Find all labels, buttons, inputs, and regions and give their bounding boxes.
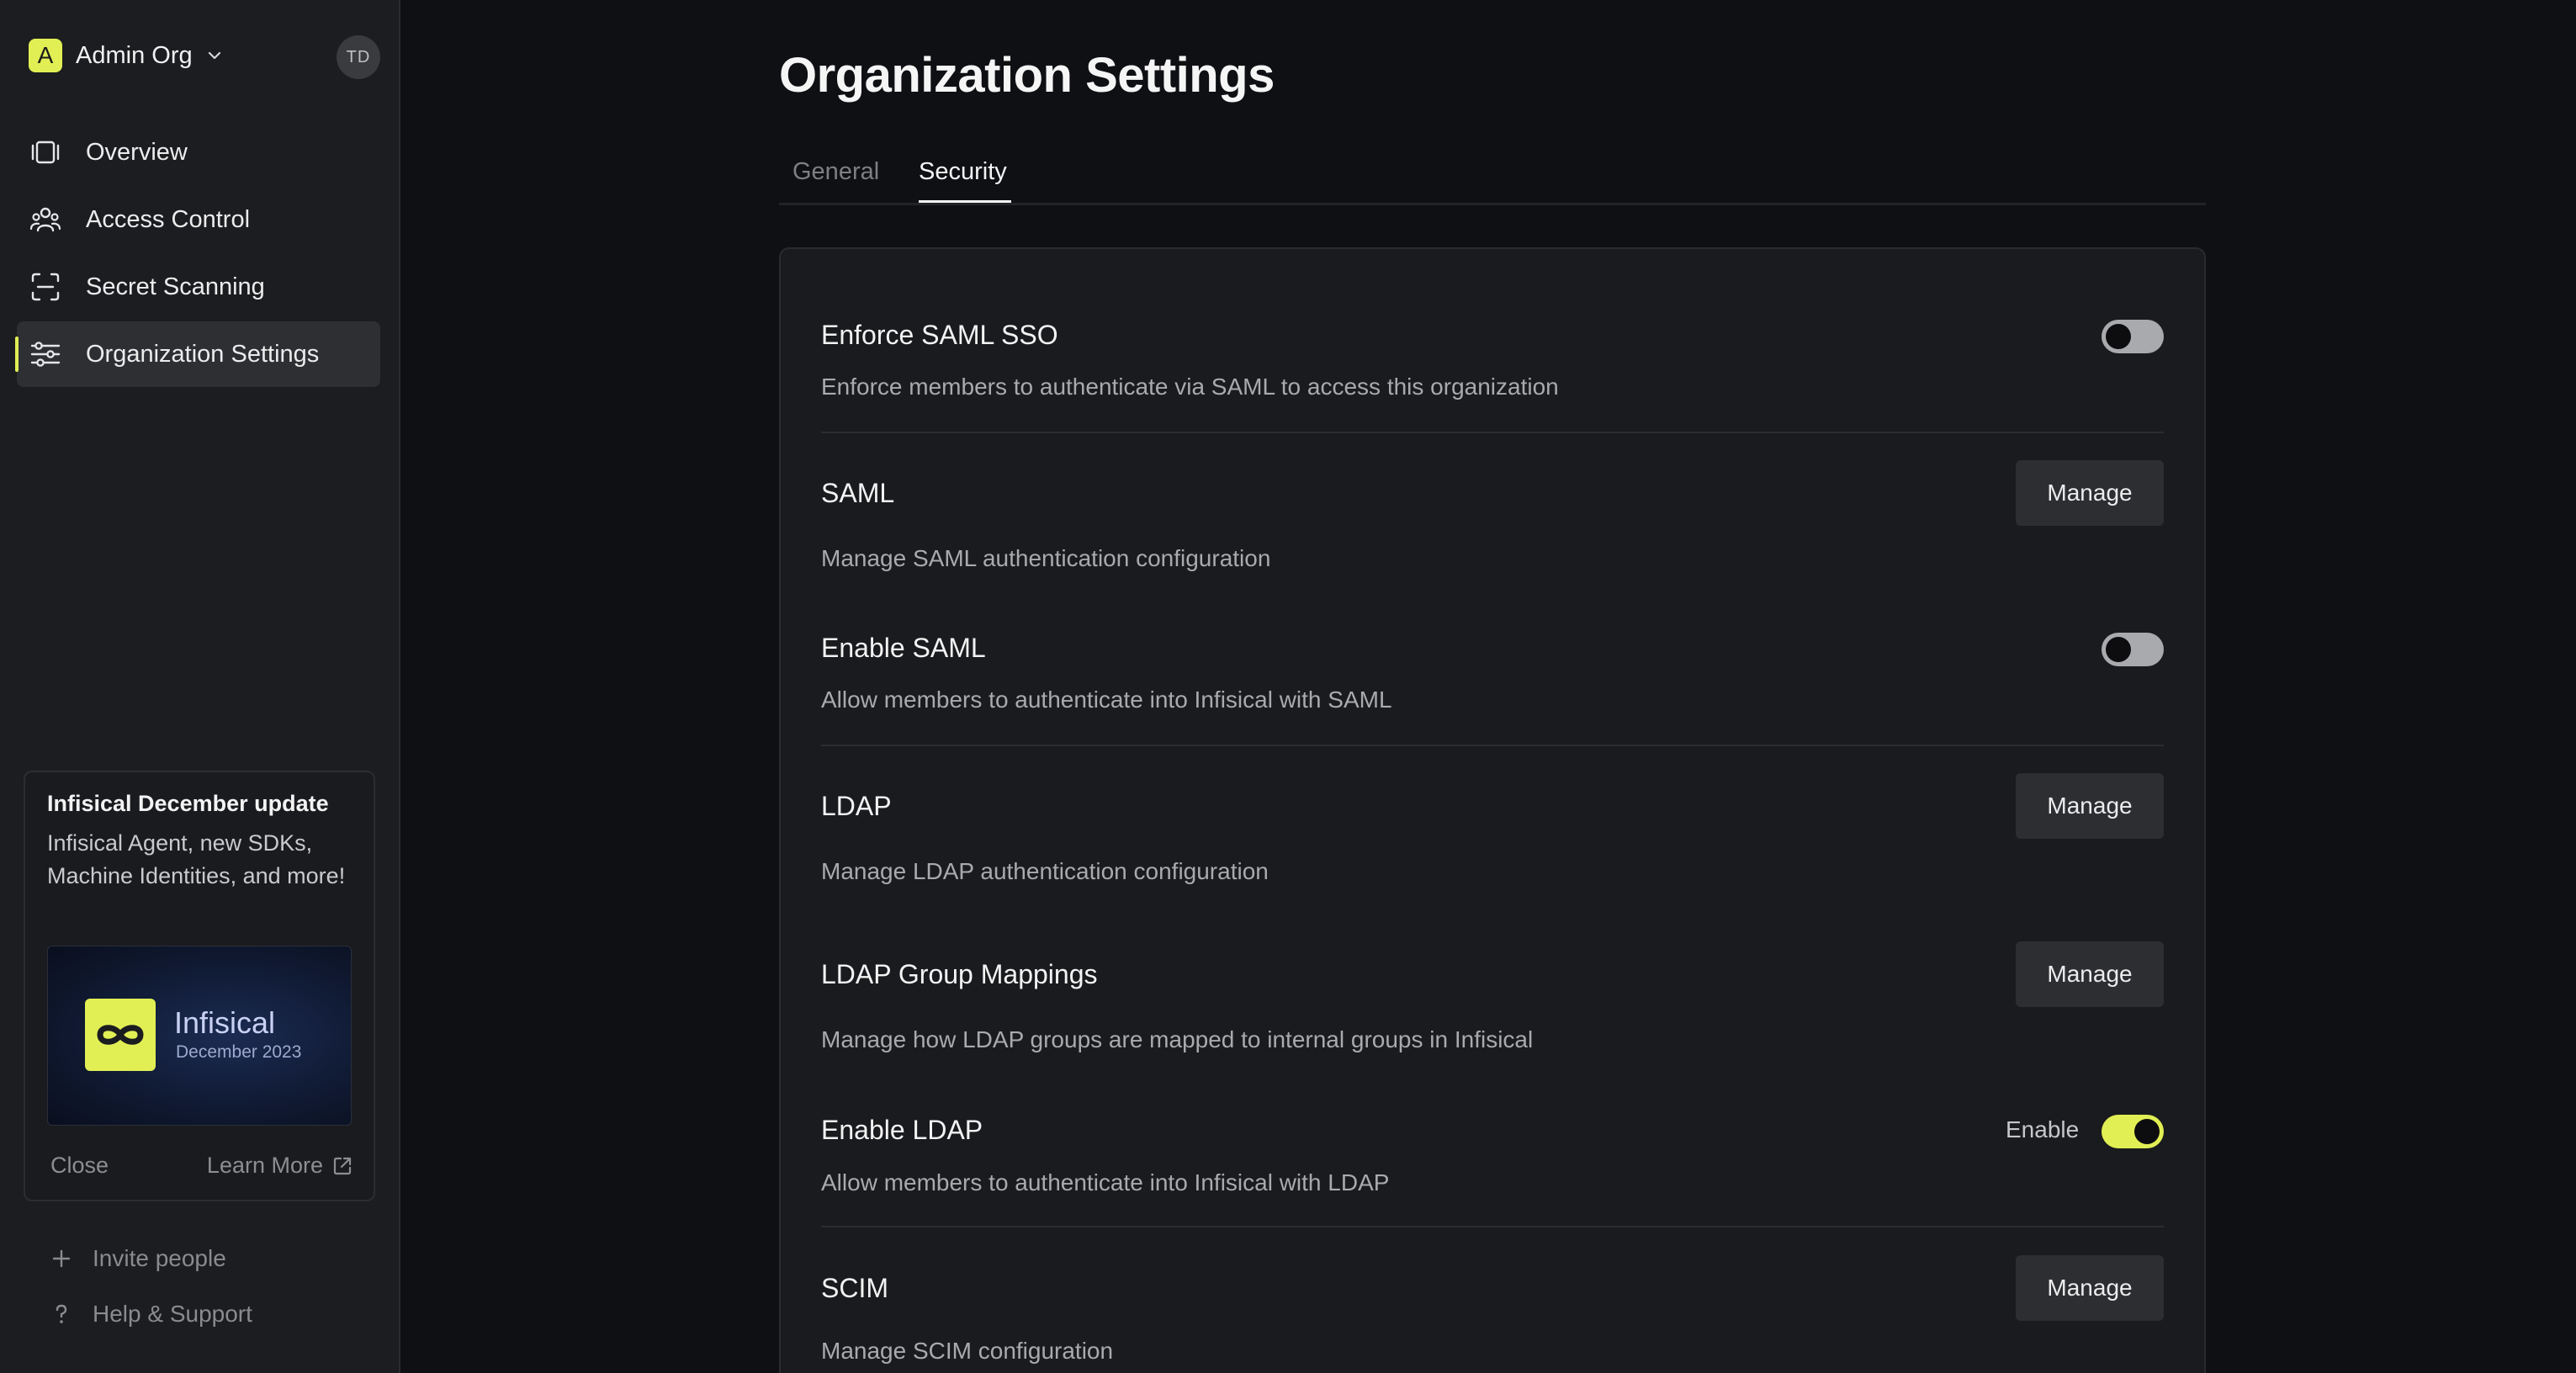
enable-ldap-description: Allow members to authenticate into Infis… [821,1169,1390,1195]
ldap-group-mappings-description: Manage how LDAP groups are mapped to int… [821,1026,1534,1052]
sidebar-item-secret-scanning[interactable]: Secret Scanning [17,254,380,320]
question-icon [56,1304,67,1323]
help-support-button[interactable]: Help & Support [50,1301,252,1328]
enable-ldap-toggle-label: Enable [2006,1116,2080,1142]
enforce-saml-sso-toggle[interactable] [2102,320,2164,353]
sidebar-nav: Overview Access Control Secret Scanning [15,119,380,389]
sidebar-item-label: Access Control [86,205,251,233]
update-card-description: Infisical Agent, new SDKs, Machine Ident… [47,830,346,888]
toggle-knob [2134,1119,2160,1144]
enable-saml-description: Allow members to authenticate into Infis… [821,686,1392,713]
divider [821,745,2164,746]
update-card: Infisical December update Infisical Agen… [24,771,375,1201]
ldap-group-mappings-manage-button[interactable]: Manage [2016,941,2164,1007]
update-card-image[interactable]: Infisical December 2023 [47,946,352,1126]
infisical-logo [85,999,156,1071]
sidebar-item-access-control[interactable]: Access Control [17,187,380,252]
divider [821,432,2164,433]
sidebar-item-overview[interactable]: Overview [17,119,380,185]
enable-ldap-title: Enable LDAP [821,1115,983,1145]
avatar[interactable]: TD [337,35,380,79]
org-name: Admin Org [76,41,193,69]
update-image-date: December 2023 [176,1042,302,1062]
settings-tabs: General Security [779,151,2206,205]
ldap-title: LDAP [821,791,892,821]
scan-icon [31,273,60,301]
saml-title: SAML [821,478,895,508]
sidebar-item-label: Organization Settings [86,340,320,368]
help-support-label: Help & Support [93,1301,252,1327]
toggle-knob [2106,324,2131,349]
infinity-icon [97,1025,144,1045]
enable-saml-toggle[interactable] [2102,633,2164,666]
users-icon [29,207,61,232]
enable-saml-title: Enable SAML [821,633,986,663]
learn-more-label: Learn More [206,1153,323,1178]
invite-people-button[interactable]: Invite people [50,1245,226,1272]
scim-manage-button[interactable]: Manage [2016,1255,2164,1321]
sidebar-item-label: Overview [86,138,188,166]
update-card-title: Infisical December update [47,791,329,816]
chevron-down-icon [208,51,220,60]
enforce-saml-sso-title: Enforce SAML SSO [821,320,1058,350]
scim-description: Manage SCIM configuration [821,1338,1114,1364]
org-badge: A [29,39,62,72]
divider [821,1226,2164,1227]
enable-ldap-toggle[interactable] [2102,1115,2164,1148]
scim-title: SCIM [821,1273,888,1303]
page-title: Organization Settings [779,48,1275,103]
sidebar-item-organization-settings[interactable]: Organization Settings [15,321,380,387]
tab-general[interactable]: General [792,158,879,186]
plus-icon [52,1249,71,1268]
update-card-close-button[interactable]: Close [50,1153,109,1179]
update-card-learn-more-link[interactable]: Learn More [207,1153,353,1179]
toggle-knob [2106,637,2131,662]
external-link-icon [333,1157,352,1174]
org-switcher[interactable]: A Admin Org [29,39,223,72]
enforce-saml-sso-description: Enforce members to authenticate via SAML… [821,374,1559,400]
ldap-group-mappings-title: LDAP Group Mappings [821,959,1098,989]
sidebar: A Admin Org TD Overview Access Control S… [0,0,400,1373]
sliders-icon [30,342,61,367]
ldap-manage-button[interactable]: Manage [2016,773,2164,839]
sidebar-item-label: Secret Scanning [86,273,265,300]
tab-security[interactable]: Security [919,158,1007,186]
saml-manage-button[interactable]: Manage [2016,460,2164,526]
active-tab-indicator [919,200,1011,203]
saml-description: Manage SAML authentication configuration [821,545,1271,571]
invite-people-label: Invite people [93,1245,226,1271]
update-image-brand: Infisical [174,1005,276,1040]
security-settings-panel [779,247,2206,1373]
ldap-description: Manage LDAP authentication configuration [821,858,1269,884]
overview-icon [31,140,60,164]
